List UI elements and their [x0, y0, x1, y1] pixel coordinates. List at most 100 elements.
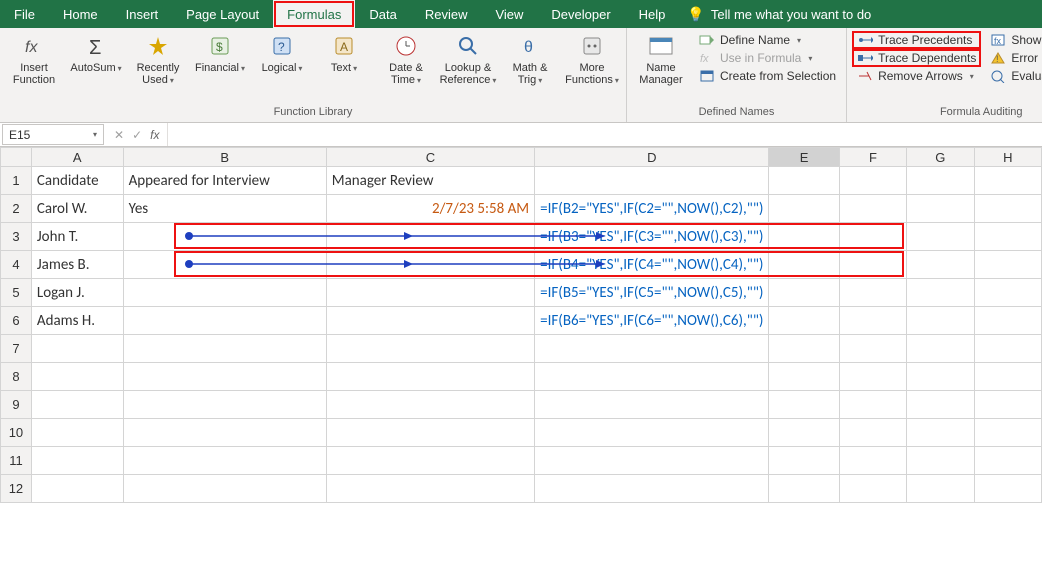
row-header-6[interactable]: 6	[1, 307, 32, 335]
row-header-11[interactable]: 11	[1, 447, 32, 475]
row-header-5[interactable]: 5	[1, 279, 32, 307]
cell-G8[interactable]	[907, 363, 974, 391]
cell-C8[interactable]	[326, 363, 534, 391]
col-header-A[interactable]: A	[31, 148, 123, 167]
cell-D8[interactable]	[535, 363, 769, 391]
cell-G10[interactable]	[907, 419, 974, 447]
cell-C7[interactable]	[326, 335, 534, 363]
row-header-10[interactable]: 10	[1, 419, 32, 447]
cell-G9[interactable]	[907, 391, 974, 419]
cell-A5[interactable]: Logan J.	[31, 279, 123, 307]
cell-H8[interactable]	[974, 363, 1041, 391]
col-header-E[interactable]: E	[769, 148, 839, 167]
cell-D4[interactable]: =IF(B4="YES",IF(C4="",NOW(),C4),"")	[535, 251, 769, 279]
cell-H6[interactable]	[974, 307, 1041, 335]
cell-H2[interactable]	[974, 195, 1041, 223]
col-header-B[interactable]: B	[123, 148, 326, 167]
cell-B2[interactable]: Yes	[123, 195, 326, 223]
cell-E10[interactable]	[769, 419, 839, 447]
cancel-icon[interactable]: ✕	[114, 128, 124, 142]
cell-A8[interactable]	[31, 363, 123, 391]
row-header-4[interactable]: 4	[1, 251, 32, 279]
cell-G2[interactable]	[907, 195, 974, 223]
cell-C5[interactable]	[326, 279, 534, 307]
lookup-reference-button[interactable]: Lookup & Reference▾	[440, 32, 496, 86]
cell-B7[interactable]	[123, 335, 326, 363]
row-header-1[interactable]: 1	[1, 167, 32, 195]
insert-function-button[interactable]: fx Insert Function	[6, 32, 62, 86]
tab-page-layout[interactable]: Page Layout	[172, 0, 273, 28]
col-header-C[interactable]: C	[326, 148, 534, 167]
cell-B12[interactable]	[123, 475, 326, 503]
cell-E1[interactable]	[769, 167, 839, 195]
cell-A1[interactable]: Candidate	[31, 167, 123, 195]
cell-F4[interactable]	[839, 251, 906, 279]
cell-G5[interactable]	[907, 279, 974, 307]
cell-H3[interactable]	[974, 223, 1041, 251]
tab-formulas[interactable]: Formulas	[273, 0, 355, 28]
math-trig-button[interactable]: θ Math & Trig▾	[502, 32, 558, 86]
define-name-button[interactable]: Define Name▾	[695, 32, 840, 48]
cell-A6[interactable]: Adams H.	[31, 307, 123, 335]
cell-E3[interactable]	[769, 223, 839, 251]
cell-F5[interactable]	[839, 279, 906, 307]
cell-C10[interactable]	[326, 419, 534, 447]
evaluate-formula-button[interactable]: Evaluate Formula	[986, 68, 1042, 84]
cell-C4[interactable]	[326, 251, 534, 279]
col-header-D[interactable]: D	[535, 148, 769, 167]
cell-B11[interactable]	[123, 447, 326, 475]
row-header-8[interactable]: 8	[1, 363, 32, 391]
cell-B1[interactable]: Appeared for Interview	[123, 167, 326, 195]
tab-home[interactable]: Home	[49, 0, 112, 28]
cell-E12[interactable]	[769, 475, 839, 503]
cell-B8[interactable]	[123, 363, 326, 391]
cell-H12[interactable]	[974, 475, 1041, 503]
cell-H4[interactable]	[974, 251, 1041, 279]
cell-D2[interactable]: =IF(B2="YES",IF(C2="",NOW(),C2),"")	[535, 195, 769, 223]
cell-D9[interactable]	[535, 391, 769, 419]
name-manager-button[interactable]: Name Manager	[633, 32, 689, 86]
col-header-H[interactable]: H	[974, 148, 1041, 167]
text-button[interactable]: A Text▾	[316, 32, 372, 74]
cell-E6[interactable]	[769, 307, 839, 335]
cell-G1[interactable]	[907, 167, 974, 195]
cell-C1[interactable]: Manager Review	[326, 167, 534, 195]
recently-used-button[interactable]: Recently Used▾	[130, 32, 186, 86]
cell-D7[interactable]	[535, 335, 769, 363]
cell-C9[interactable]	[326, 391, 534, 419]
cell-E11[interactable]	[769, 447, 839, 475]
error-checking-button[interactable]: ! Error Checking▾	[986, 50, 1042, 66]
logical-button[interactable]: ? Logical▾	[254, 32, 310, 74]
formula-bar[interactable]	[168, 123, 1042, 146]
col-header-F[interactable]: F	[839, 148, 906, 167]
cell-D10[interactable]	[535, 419, 769, 447]
cell-E5[interactable]	[769, 279, 839, 307]
cell-D6[interactable]: =IF(B6="YES",IF(C6="",NOW(),C6),"")	[535, 307, 769, 335]
cell-F12[interactable]	[839, 475, 906, 503]
cell-H10[interactable]	[974, 419, 1041, 447]
cell-F11[interactable]	[839, 447, 906, 475]
row-header-12[interactable]: 12	[1, 475, 32, 503]
cell-H11[interactable]	[974, 447, 1041, 475]
cell-F10[interactable]	[839, 419, 906, 447]
create-from-selection-button[interactable]: Create from Selection	[695, 68, 840, 84]
cell-B4[interactable]	[123, 251, 326, 279]
show-formulas-button[interactable]: fx Show Formulas	[986, 32, 1042, 48]
cell-G3[interactable]	[907, 223, 974, 251]
cell-B9[interactable]	[123, 391, 326, 419]
cell-E9[interactable]	[769, 391, 839, 419]
cell-A11[interactable]	[31, 447, 123, 475]
cell-H5[interactable]	[974, 279, 1041, 307]
cell-F3[interactable]	[839, 223, 906, 251]
trace-dependents-button[interactable]: Trace Dependents	[853, 50, 980, 66]
remove-arrows-button[interactable]: Remove Arrows▾	[853, 68, 980, 84]
cell-F9[interactable]	[839, 391, 906, 419]
cell-H9[interactable]	[974, 391, 1041, 419]
cell-C11[interactable]	[326, 447, 534, 475]
tab-insert[interactable]: Insert	[112, 0, 173, 28]
cell-D3[interactable]: =IF(B3="YES",IF(C3="",NOW(),C3),"")	[535, 223, 769, 251]
row-header-9[interactable]: 9	[1, 391, 32, 419]
row-header-7[interactable]: 7	[1, 335, 32, 363]
cell-F6[interactable]	[839, 307, 906, 335]
cell-B6[interactable]	[123, 307, 326, 335]
